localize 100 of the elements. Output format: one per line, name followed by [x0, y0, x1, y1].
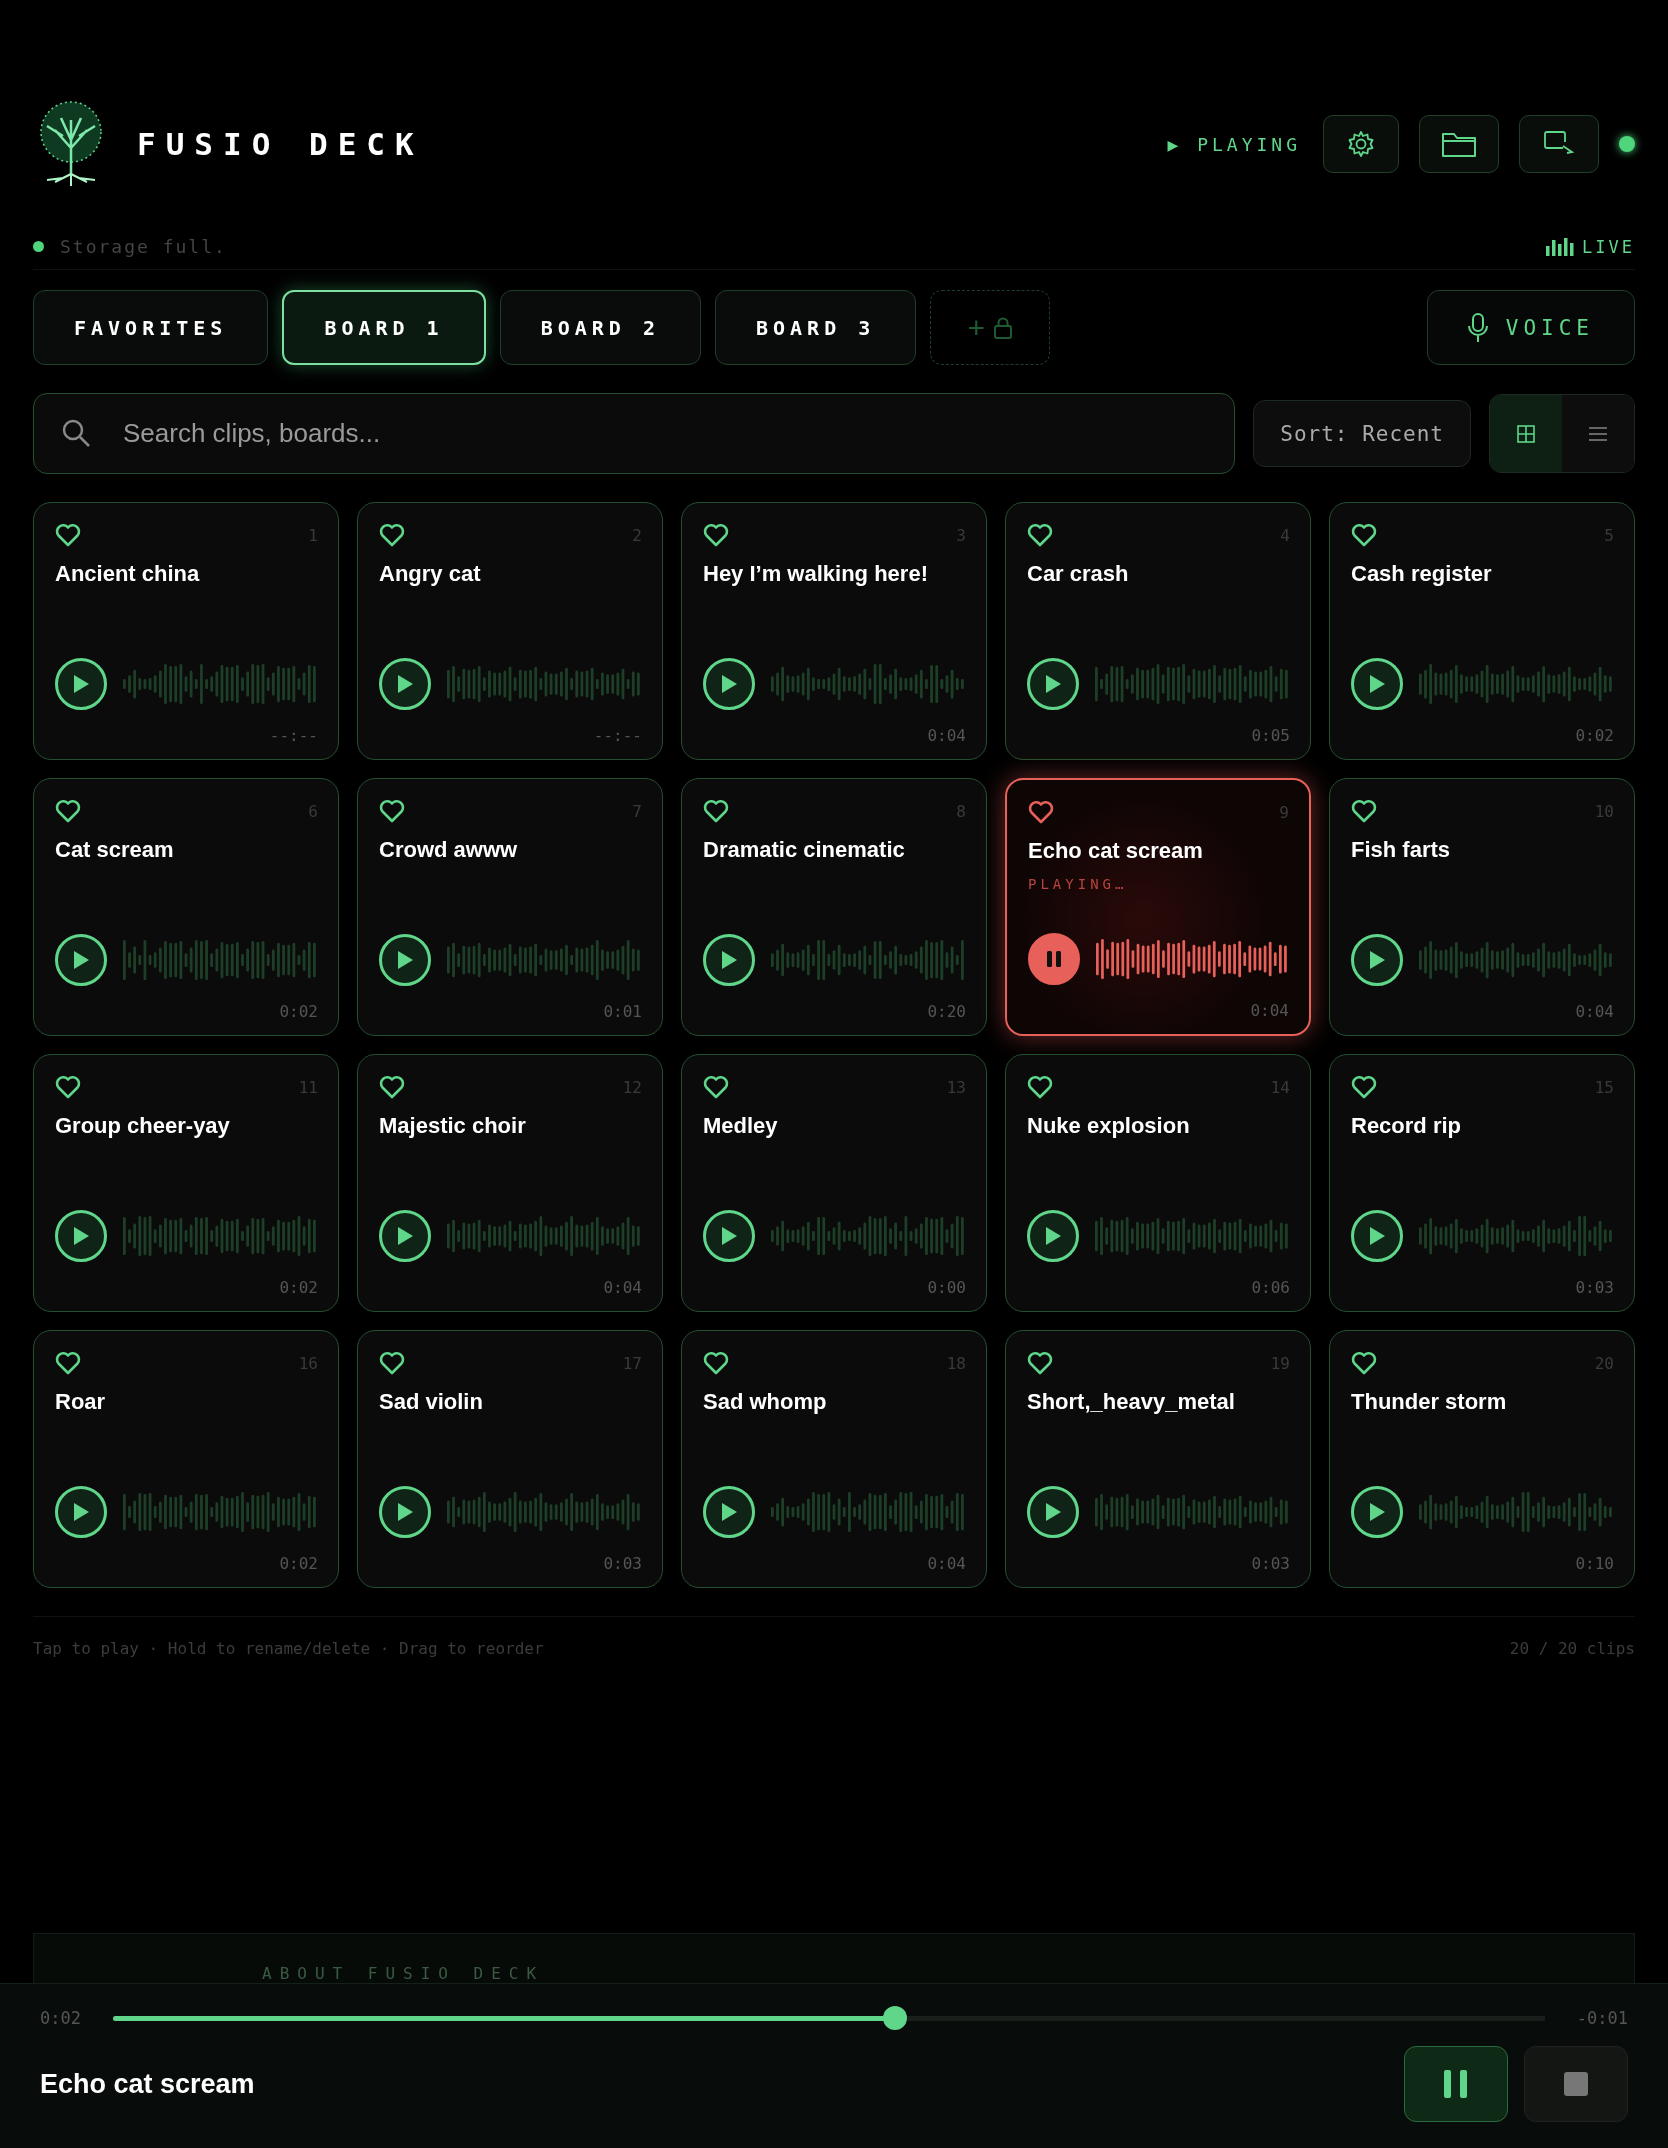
clip-duration: 0:02 [279, 1554, 318, 1573]
play-icon [1369, 1227, 1385, 1245]
play-button[interactable] [703, 934, 755, 986]
clip-duration: 0:20 [927, 1002, 966, 1021]
play-button[interactable] [703, 1486, 755, 1538]
heart-icon[interactable] [1351, 1351, 1377, 1375]
heart-icon[interactable] [1027, 1075, 1053, 1099]
clip-title: Hey I’m walking here! [703, 561, 929, 587]
remaining-time: -0:01 [1576, 2008, 1628, 2028]
clip-title: Dramatic cinematic [703, 837, 906, 863]
heart-icon[interactable] [1028, 800, 1054, 824]
play-button[interactable] [55, 658, 107, 710]
heart-icon[interactable] [1027, 523, 1053, 547]
play-button[interactable] [379, 934, 431, 986]
play-button[interactable] [1351, 1210, 1403, 1262]
clip-title: Ancient china [55, 561, 201, 587]
board-tab[interactable]: BOARD 3 [714, 290, 917, 365]
play-button[interactable] [379, 1210, 431, 1262]
stop-icon [1564, 2072, 1588, 2096]
board-tab[interactable]: BOARD 1 [282, 290, 486, 365]
clip-duration: 0:06 [1251, 1278, 1290, 1297]
play-button[interactable] [1351, 934, 1403, 986]
clip-title: Cash register [1351, 561, 1493, 587]
clip-title: Roar [55, 1389, 107, 1415]
clip-duration: 0:03 [1251, 1554, 1290, 1573]
play-icon [721, 1227, 737, 1245]
clip-title: Sad whomp [703, 1389, 828, 1415]
elapsed-time: 0:02 [40, 2008, 81, 2028]
play-button[interactable] [1027, 1210, 1079, 1262]
folder-icon [1441, 130, 1477, 158]
folder-button[interactable] [1419, 115, 1499, 173]
heart-icon[interactable] [55, 1075, 81, 1099]
pause-button[interactable] [1028, 933, 1080, 985]
live-label: LIVE [1582, 236, 1635, 257]
play-button[interactable] [1027, 1486, 1079, 1538]
play-icon [1045, 1227, 1061, 1245]
search-icon [61, 418, 91, 448]
clip-duration: --:-- [593, 726, 642, 745]
clip-duration: 0:04 [1250, 1001, 1289, 1020]
heart-icon[interactable] [55, 799, 81, 823]
play-icon [721, 951, 737, 969]
play-button[interactable] [55, 934, 107, 986]
play-button[interactable] [703, 658, 755, 710]
clip-count: 20 / 20 clips [1509, 1639, 1635, 1658]
play-icon [1369, 951, 1385, 969]
clip-duration: 0:02 [279, 1278, 318, 1297]
lock-icon [993, 316, 1014, 339]
heart-icon[interactable] [1027, 1351, 1053, 1375]
search-field[interactable]: Search clips, boards... [33, 393, 1236, 474]
play-icon [73, 951, 89, 969]
clip-title: Fish farts [1351, 837, 1452, 863]
heart-icon[interactable] [379, 1075, 405, 1099]
heart-icon[interactable] [379, 1351, 405, 1375]
play-icon [1369, 1503, 1385, 1521]
clip-title: Group cheer-yay [55, 1113, 231, 1139]
board-tab[interactable]: BOARD 2 [499, 290, 701, 365]
voice-button[interactable]: VOICE [1426, 290, 1635, 365]
play-button[interactable] [703, 1210, 755, 1262]
pause-icon [1444, 2070, 1468, 2098]
heart-icon[interactable] [703, 523, 729, 547]
heart-icon[interactable] [55, 1351, 81, 1375]
play-button[interactable] [379, 1486, 431, 1538]
clip-duration: 0:03 [1575, 1278, 1614, 1297]
clip-duration: 0:00 [927, 1278, 966, 1297]
clip-duration: --:-- [269, 726, 318, 745]
stop-button[interactable] [1524, 2046, 1628, 2122]
clip-duration: 0:04 [603, 1278, 642, 1297]
play-button[interactable] [55, 1210, 107, 1262]
settings-icon [1346, 129, 1376, 159]
sort-button[interactable]: Sort: Recent [1253, 400, 1471, 467]
heart-icon[interactable] [379, 799, 405, 823]
pause-button[interactable] [1404, 2046, 1508, 2122]
heart-icon[interactable] [1351, 799, 1377, 823]
settings-button[interactable] [1323, 115, 1399, 173]
clip-title: Medley [703, 1113, 779, 1139]
connection-dot [1619, 136, 1635, 152]
play-button[interactable] [1027, 658, 1079, 710]
play-button[interactable] [1351, 658, 1403, 710]
play-icon [721, 675, 737, 693]
board-tab[interactable]: FAVORITES [33, 290, 269, 365]
screen-cursor-button[interactable] [1519, 115, 1599, 173]
heart-icon[interactable] [703, 799, 729, 823]
heart-icon[interactable] [55, 523, 81, 547]
playback-status: ▶ PLAYING [1167, 133, 1301, 155]
heart-icon[interactable] [703, 1351, 729, 1375]
play-button[interactable] [379, 658, 431, 710]
grid-view-button[interactable] [1490, 395, 1562, 472]
heart-icon[interactable] [703, 1075, 729, 1099]
play-button[interactable] [55, 1486, 107, 1538]
clip-title: Thunder storm [1351, 1389, 1508, 1415]
heart-icon[interactable] [1351, 523, 1377, 547]
clip-status: PLAYING… [1028, 876, 1129, 892]
play-button[interactable] [1351, 1486, 1403, 1538]
clip-duration: 0:02 [279, 1002, 318, 1021]
clip-duration: 0:02 [1575, 726, 1614, 745]
heart-icon[interactable] [1351, 1075, 1377, 1099]
play-icon [1369, 675, 1385, 693]
usage-hint: Tap to play · Hold to rename/delete · Drag to reorder [33, 1639, 544, 1658]
heart-icon[interactable] [379, 523, 405, 547]
app-title: FUSIO DECK [137, 126, 424, 162]
